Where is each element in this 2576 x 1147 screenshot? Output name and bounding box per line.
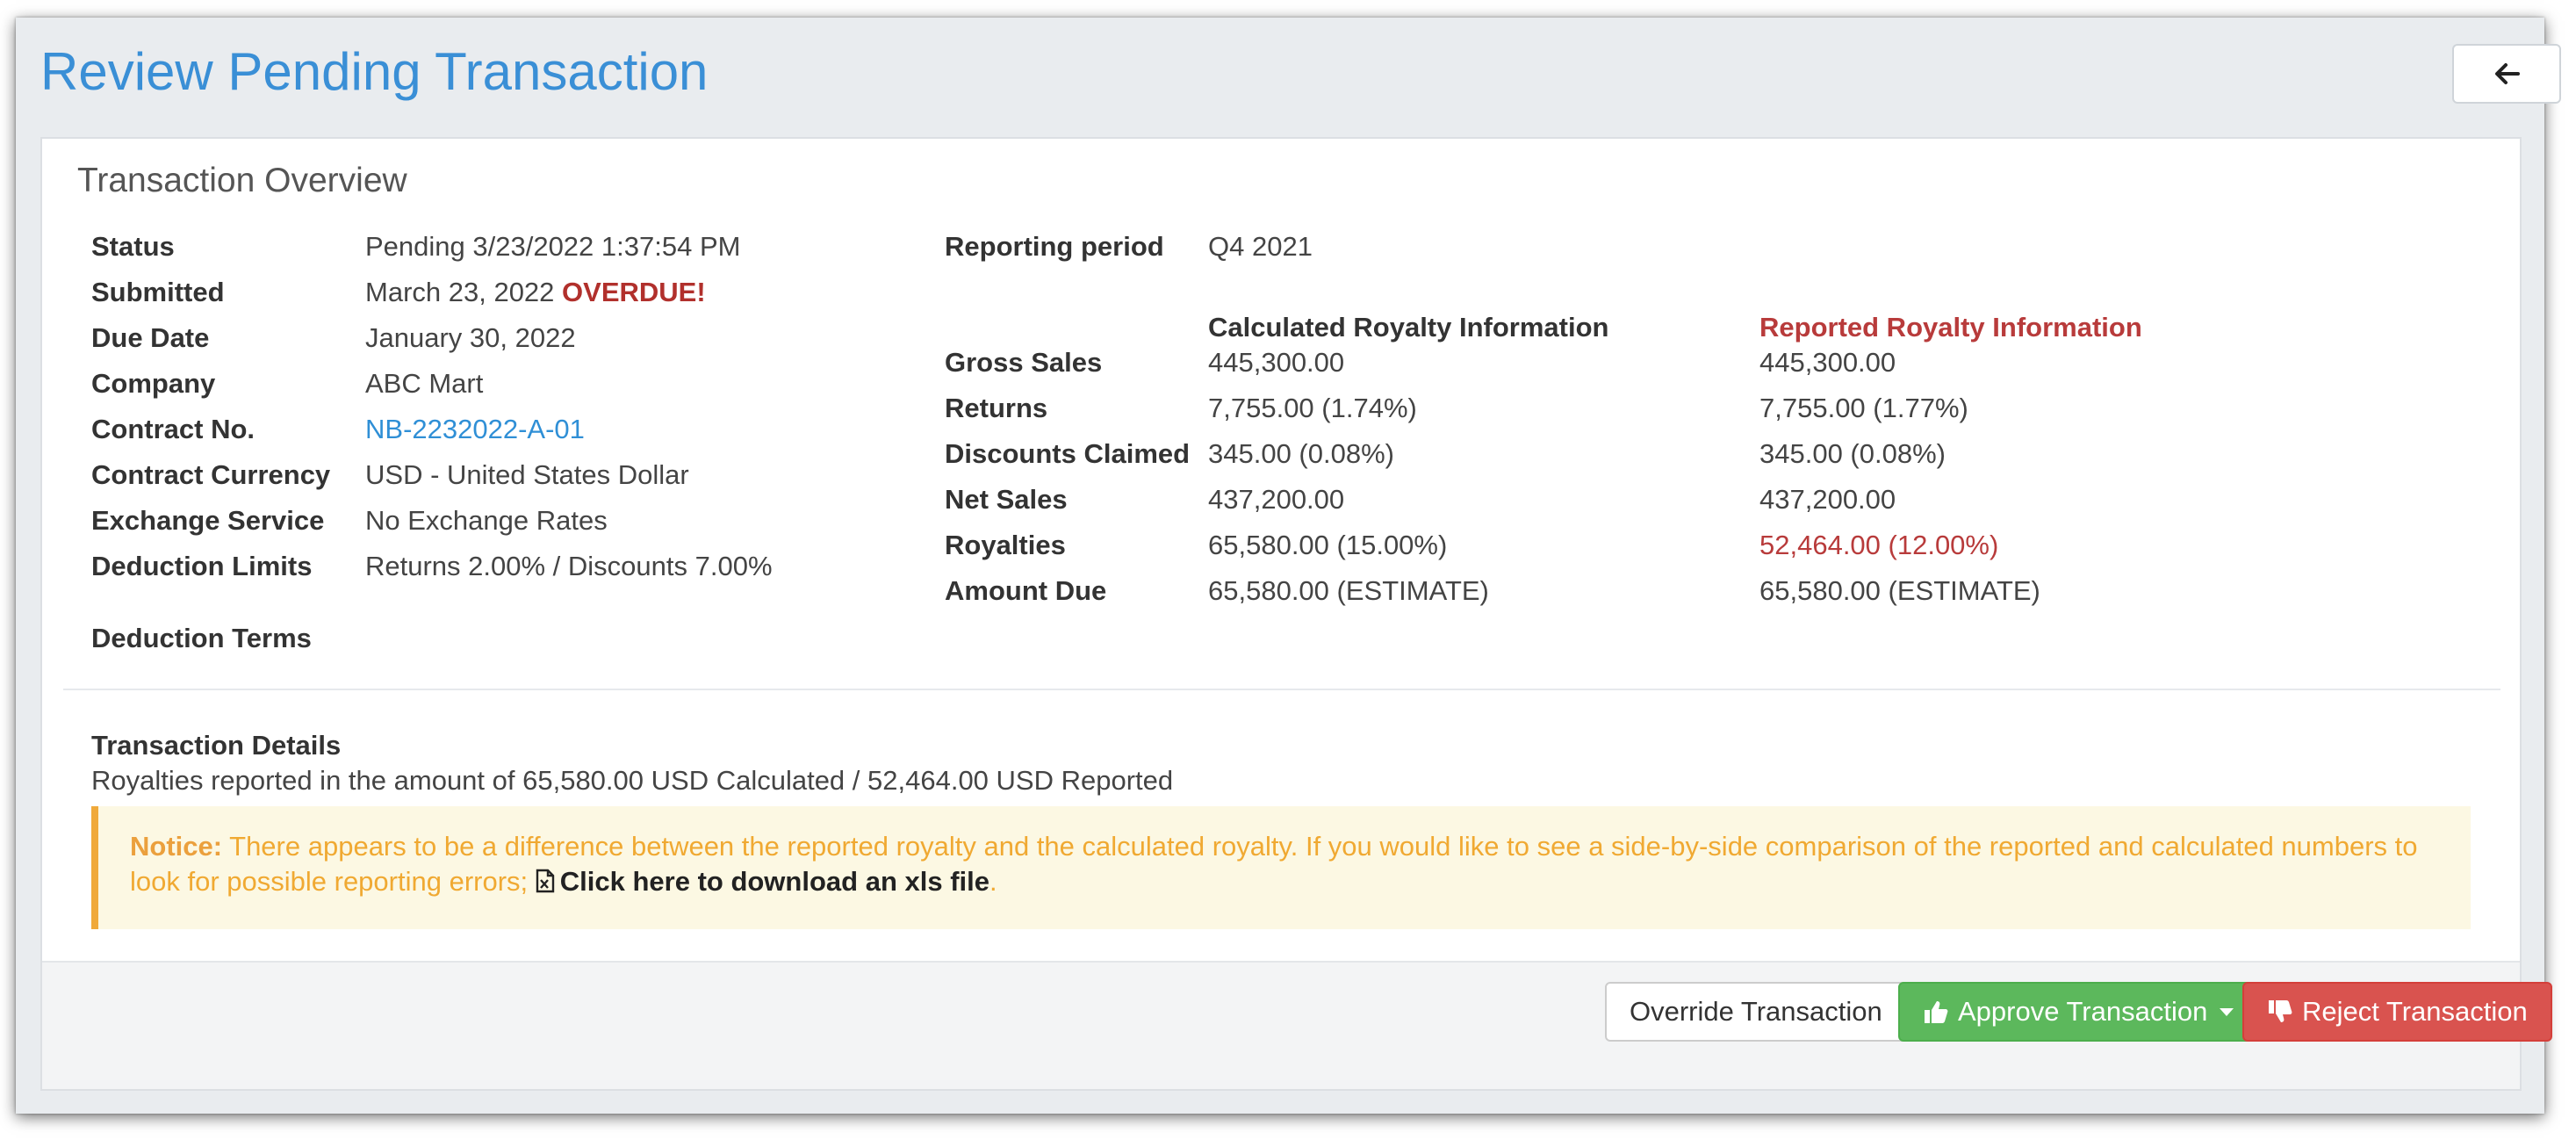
due-date-value: January 30, 2022 [365, 322, 576, 353]
reject-label: Reject Transaction [2302, 996, 2528, 1027]
reported-value: 7,755.00 (1.77%) [1759, 393, 1968, 423]
royalty-row-label: Discounts Claimed [945, 438, 1191, 469]
reporting-period-row: Reporting period Q4 2021 [945, 225, 1647, 269]
contract-no-link[interactable]: NB-2232022-A-01 [365, 408, 585, 451]
calculated-value: 437,200.00 [1208, 484, 1345, 515]
override-transaction-button[interactable]: Override Transaction [1605, 982, 1907, 1042]
section-divider [63, 689, 2500, 690]
deduction-limits-label: Deduction Limits [91, 551, 313, 581]
royalty-row-label: Gross Sales [945, 347, 1103, 378]
royalty-row: Gross Sales 445,300.00 445,300.00 [945, 341, 2490, 385]
calculated-value: 345.00 (0.08%) [1208, 438, 1394, 469]
thumbs-up-icon [1923, 999, 1949, 1025]
file-excel-icon [536, 869, 555, 893]
calculated-value: 65,580.00 (ESTIMATE) [1208, 575, 1489, 606]
arrow-left-icon [2493, 62, 2520, 85]
exchange-service-row: Exchange Service No Exchange Rates [91, 499, 881, 543]
status-row: Status Pending 3/23/2022 1:37:54 PM [91, 225, 881, 269]
caret-down-icon [2220, 1007, 2234, 1016]
approve-label: Approve Transaction [1958, 996, 2208, 1027]
thumbs-down-icon [2267, 999, 2293, 1025]
reported-value: 437,200.00 [1759, 484, 1896, 515]
royalty-row-label: Royalties [945, 530, 1066, 560]
calculated-value: 445,300.00 [1208, 347, 1345, 378]
download-xls-label: Click here to download an xls file [559, 866, 989, 897]
royalty-row: Amount Due 65,580.00 (ESTIMATE) 65,580.00 … [945, 569, 2490, 613]
due-date-label: Due Date [91, 322, 210, 353]
company-label: Company [91, 368, 216, 399]
notice-prefix: Notice: [130, 831, 223, 862]
reported-value: 65,580.00 (ESTIMATE) [1759, 575, 2040, 606]
back-button[interactable] [2452, 44, 2561, 104]
review-window: Review Pending Transaction Transaction O… [16, 18, 2561, 1114]
deduction-terms-row: Deduction Terms [91, 617, 881, 660]
notice-alert: Notice: There appears to be a difference… [91, 806, 2471, 929]
calculated-value: 7,755.00 (1.74%) [1208, 393, 1417, 423]
status-label: Status [91, 231, 175, 262]
reported-value: 52,464.00 (12.00%) [1759, 530, 1999, 560]
contract-no-row: Contract No. NB-2232022-A-01 [91, 408, 881, 451]
reported-value: 345.00 (0.08%) [1759, 438, 1946, 469]
company-row: Company ABC Mart [91, 362, 881, 406]
royalty-row-label: Returns [945, 393, 1048, 423]
reporting-period-value: Q4 2021 [1208, 231, 1313, 262]
reject-transaction-button[interactable]: Reject Transaction [2242, 982, 2552, 1042]
calculated-value: 65,580.00 (15.00%) [1208, 530, 1448, 560]
overdue-badge: OVERDUE! [562, 277, 706, 307]
submitted-value: March 23, 2022 [365, 277, 555, 307]
exchange-service-value: No Exchange Rates [365, 505, 608, 536]
company-value: ABC Mart [365, 368, 484, 399]
transaction-panel: Transaction Overview Status Pending 3/23… [40, 137, 2552, 1091]
royalty-row: Net Sales 437,200.00 437,200.00 [945, 478, 2490, 522]
royalty-row: Discounts Claimed 345.00 (0.08%) 345.00 (0… [945, 432, 2490, 476]
notice-suffix: . [989, 866, 997, 897]
status-value: Pending 3/23/2022 1:37:54 PM [365, 231, 741, 262]
download-xls-link[interactable]: Click here to download an xls file [536, 866, 989, 897]
contract-currency-value: USD - United States Dollar [365, 459, 689, 490]
royalty-row-label: Amount Due [945, 575, 1107, 606]
contract-currency-row: Contract Currency USD - United States Do… [91, 453, 881, 497]
notice-message: There appears to be a difference between… [130, 831, 2418, 897]
royalty-row-label: Net Sales [945, 484, 1068, 515]
deduction-limits-row: Deduction Limits Returns 2.00% / Discoun… [91, 545, 881, 588]
due-date-row: Due Date January 30, 2022 [91, 316, 881, 360]
page-title: Review Pending Transaction [40, 42, 709, 101]
deduction-terms-label: Deduction Terms [91, 623, 312, 653]
details-text: Royalties reported in the amount of 65,5… [91, 765, 1174, 796]
panel-heading: Transaction Overview [77, 162, 407, 199]
submitted-row: Submitted March 23, 2022 OVERDUE! [91, 271, 881, 314]
override-label: Override Transaction [1630, 996, 1882, 1027]
submitted-label: Submitted [91, 277, 225, 307]
royalty-row: Royalties 65,580.00 (15.00%) 52,464.00 (12… [945, 523, 2490, 567]
deduction-limits-value: Returns 2.00% / Discounts 7.00% [365, 551, 773, 581]
exchange-service-label: Exchange Service [91, 505, 325, 536]
approve-transaction-button[interactable]: Approve Transaction [1898, 982, 2259, 1042]
reporting-period-label: Reporting period [945, 231, 1164, 262]
reported-value: 445,300.00 [1759, 347, 1896, 378]
action-footer: Override Transaction Approve Transaction… [42, 961, 2552, 1089]
contract-currency-label: Contract Currency [91, 459, 331, 490]
royalty-row: Returns 7,755.00 (1.74%) 7,755.00 (1.77%) [945, 386, 2490, 430]
contract-no-label: Contract No. [91, 414, 255, 444]
